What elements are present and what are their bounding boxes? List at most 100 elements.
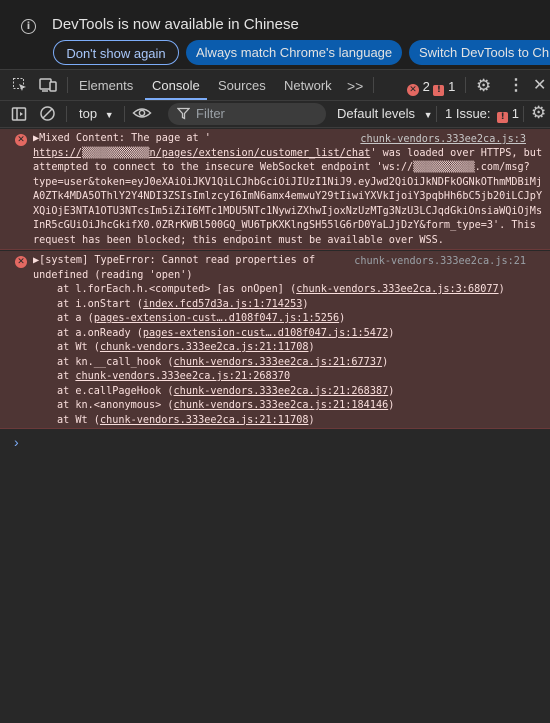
message-line: type=user&token=eyJ0eXAiOiJKV1QiLCJhbGci… — [33, 176, 543, 188]
log-levels-label: Default levels — [337, 106, 416, 121]
stack-frame-link[interactable]: index.fcd57d3a.js:1:714253 — [143, 299, 302, 310]
log-levels-dropdown[interactable]: Default levels ▼ — [337, 106, 433, 121]
message-text: ▶Mixed Content: The page at ' https://▒▒… — [33, 132, 542, 248]
stack-frame-link[interactable]: chunk-vendors.333ee2ca.js:21:11708 — [100, 342, 309, 353]
live-expression-eye-icon[interactable] — [132, 105, 152, 124]
issue-flag-icon: ! — [433, 85, 445, 96]
error-icon: ✕ — [15, 134, 27, 146]
message-line: XQiOjE3NTA1OTU3NTcsIm5iZiI6MTc1MDU5NTc1N… — [33, 205, 543, 217]
stack-frame: at a.onReady (pages-extension-cust….d108… — [57, 327, 530, 342]
stack-frame: at kn.<anonymous> (chunk-vendors.333ee2c… — [57, 399, 530, 414]
chevron-down-icon: ▼ — [104, 110, 114, 120]
stack-frame-suffix: ) — [339, 313, 346, 324]
console-error-typeerror: ✕ chunk-vendors.333ee2ca.js:21 ▶[system]… — [0, 251, 550, 429]
stack-frame-suffix: ) — [382, 356, 389, 368]
stack-frame: at e.callPageHook (chunk-vendors.333ee2c… — [57, 385, 530, 400]
dont-show-again-button[interactable]: Don't show again — [53, 40, 179, 65]
tab-sources[interactable]: Sources — [218, 70, 266, 100]
stack-frame-link[interactable]: chunk-vendors.333ee2ca.js:21:184146 — [174, 400, 389, 411]
console-settings-gear-icon[interactable]: ⚙ — [531, 103, 546, 123]
console-prompt-chevron-icon[interactable]: › — [14, 434, 19, 450]
stack-frame-suffix: ) — [388, 385, 395, 397]
message-line[interactable]: ▶Mixed Content: The page at ' — [33, 133, 211, 144]
stack-frame-function: at Wt ( — [57, 414, 100, 426]
context-label: top — [79, 106, 98, 121]
stack-trace: at l.forEach.h.<computed> [as onOpen] (c… — [33, 283, 530, 428]
stack-frame-function: at Wt ( — [57, 342, 100, 353]
stack-frame-link[interactable]: chunk-vendors.333ee2ca.js:21:268370 — [75, 371, 290, 382]
stack-frame: at kn.__call_hook (chunk-vendors.333ee2c… — [57, 356, 530, 371]
filter-funnel-icon — [176, 107, 191, 123]
toolbar-divider — [124, 106, 125, 122]
filter-input[interactable]: Filter — [168, 103, 326, 125]
stack-frame-function: at a ( — [57, 313, 94, 324]
toolbar-divider — [523, 106, 524, 122]
stack-frame: at i.onStart (index.fcd57d3a.js:1:714253… — [57, 298, 530, 313]
stack-frame-function: at kn.__call_hook ( — [57, 356, 174, 368]
message-line: InR5cGUiOiJhcGkifX0.0ZRrKWBl500GQ_WU6TpK… — [33, 220, 536, 231]
stack-frame-link[interactable]: chunk-vendors.333ee2ca.js:21:11708 — [100, 415, 309, 426]
message-line: attempted to connect to the insecure Web… — [33, 162, 530, 173]
stack-frame-link[interactable]: chunk-vendors.333ee2ca.js:21:67737 — [174, 357, 383, 368]
error-count: 2 — [422, 79, 430, 94]
stack-frame-suffix: ) — [302, 298, 309, 310]
stack-frame-function: at a.onReady ( — [57, 327, 143, 339]
stack-frame-link[interactable]: pages-extension-cust….d108f047.js:1:5472 — [143, 328, 388, 339]
settings-gear-icon[interactable]: ⚙ — [476, 76, 491, 96]
more-tabs-button[interactable]: >> — [347, 70, 363, 100]
message-line: ' was loaded over HTTPS, but — [370, 147, 543, 159]
more-options-icon[interactable]: ⋮ — [508, 75, 524, 95]
stack-frame-suffix: ) — [498, 284, 505, 295]
stack-frame-function: at l.forEach.h.<computed> [as onOpen] ( — [57, 284, 297, 295]
tab-elements[interactable]: Elements — [79, 70, 133, 100]
stack-frame-function: at — [57, 371, 76, 382]
toolbar-divider — [67, 77, 68, 93]
message-line: A0ZTk4MDA5OThlY2Y4NDI3ZSIsImlzcyI6ImN6am… — [33, 191, 543, 202]
close-devtools-icon[interactable]: ✕ — [533, 75, 546, 95]
issue-flag-icon: ! — [497, 112, 509, 123]
issues-button[interactable]: 1 Issue: ! 1 — [445, 106, 519, 123]
filter-placeholder: Filter — [196, 106, 225, 121]
clear-console-icon[interactable] — [39, 105, 56, 125]
issue-count: 1 — [448, 79, 456, 94]
language-banner: i DevTools is now available in Chinese D… — [0, 0, 550, 70]
device-toolbar-icon[interactable] — [39, 77, 57, 96]
stack-frame-suffix: ) — [388, 400, 395, 411]
message-line: request has been blocked; this endpoint … — [33, 234, 444, 246]
stack-frame: at a (pages-extension-cust….d108f047.js:… — [57, 312, 530, 327]
switch-devtools-language-button[interactable]: Switch DevTools to Ch — [409, 40, 550, 65]
console-toolbar: top ▼ Filter Default levels ▼ 1 Issue: !… — [0, 101, 550, 128]
message-header[interactable]: ▶[system] TypeError: Cannot read propert… — [33, 255, 315, 266]
context-selector[interactable]: top ▼ — [79, 106, 114, 121]
always-match-language-button[interactable]: Always match Chrome's language — [186, 40, 402, 65]
tab-network[interactable]: Network — [284, 70, 332, 100]
toolbar-divider — [373, 77, 374, 93]
error-counter[interactable]: ✕ 2 ! 1 — [407, 79, 455, 96]
stack-frame: at Wt (chunk-vendors.333ee2ca.js:21:1170… — [57, 341, 530, 356]
issues-label: 1 Issue: — [445, 106, 491, 121]
stack-frame-function: at i.onStart ( — [57, 298, 143, 310]
toolbar-divider — [66, 106, 67, 122]
stack-frame: at Wt (chunk-vendors.333ee2ca.js:21:1170… — [57, 414, 530, 429]
tab-console[interactable]: Console — [145, 70, 207, 100]
sidebar-toggle-icon[interactable] — [11, 106, 27, 125]
stack-frame-link[interactable]: pages-extension-cust….d108f047.js:1:5256 — [94, 313, 339, 324]
toolbar-divider — [436, 106, 437, 122]
message-header: undefined (reading 'open') — [33, 269, 193, 281]
issues-count: 1 — [511, 106, 520, 121]
console-error-mixed-content: ✕ chunk-vendors.333ee2ca.js:3 ▶Mixed Con… — [0, 129, 550, 250]
message-text: ▶[system] TypeError: Cannot read propert… — [33, 254, 530, 428]
stack-frame-suffix: ) — [308, 414, 315, 426]
page-url-link[interactable]: https://▒▒▒▒▒▒▒▒▒▒▒n/pages/extension/cus… — [33, 148, 370, 159]
devtools-tab-bar: Elements Console Sources Network >> ✕ 2 … — [0, 70, 550, 101]
stack-frame: at l.forEach.h.<computed> [as onOpen] (c… — [57, 283, 530, 298]
stack-frame-function: at e.callPageHook ( — [57, 385, 174, 397]
stack-frame-link[interactable]: chunk-vendors.333ee2ca.js:3:68077 — [296, 284, 498, 295]
stack-frame-function: at kn.<anonymous> ( — [57, 400, 174, 411]
banner-title: DevTools is now available in Chinese — [52, 16, 299, 33]
stack-frame-link[interactable]: chunk-vendors.333ee2ca.js:21:268387 — [174, 386, 389, 397]
error-icon: ✕ — [407, 84, 419, 96]
error-icon: ✕ — [15, 256, 27, 268]
inspect-element-icon[interactable] — [12, 77, 28, 96]
stack-frame-suffix: ) — [308, 342, 315, 353]
